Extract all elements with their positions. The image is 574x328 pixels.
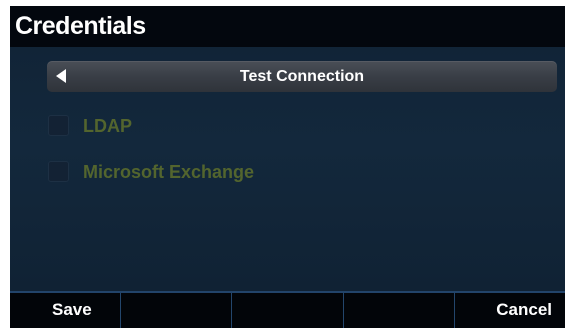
microsoft-exchange-label: Microsoft Exchange <box>83 162 255 182</box>
test-connection-button[interactable]: Test Connection <box>47 61 557 92</box>
ldap-label: LDAP <box>83 116 132 136</box>
softkey-4[interactable] <box>342 293 454 328</box>
test-connection-label: Test Connection <box>239 68 365 85</box>
option-microsoft-exchange[interactable]: Microsoft Exchange <box>48 160 268 184</box>
content-area: Test Connection LDAP Microsoft Exchange <box>10 47 565 291</box>
title-bar: Credentials <box>10 6 565 47</box>
phone-screen: Credentials Test Connection LDAP Microso… <box>10 6 565 328</box>
softkey-cancel-label: Cancel <box>496 300 553 319</box>
microsoft-exchange-checkbox[interactable] <box>48 161 69 182</box>
softkey-save-label: Save <box>52 300 92 319</box>
softkey-2[interactable] <box>120 293 231 328</box>
ldap-checkbox[interactable] <box>48 115 69 136</box>
option-ldap[interactable]: LDAP <box>48 114 158 138</box>
softkey-3[interactable] <box>231 293 342 328</box>
softkey-bar: Save Cancel <box>10 291 565 328</box>
softkey-4-label <box>344 293 454 328</box>
softkey-cancel[interactable]: Cancel <box>453 293 565 328</box>
page-title: Credentials <box>15 12 146 40</box>
softkey-2-label <box>121 293 231 328</box>
softkey-3-label <box>232 293 342 328</box>
softkey-save[interactable]: Save <box>10 293 120 328</box>
